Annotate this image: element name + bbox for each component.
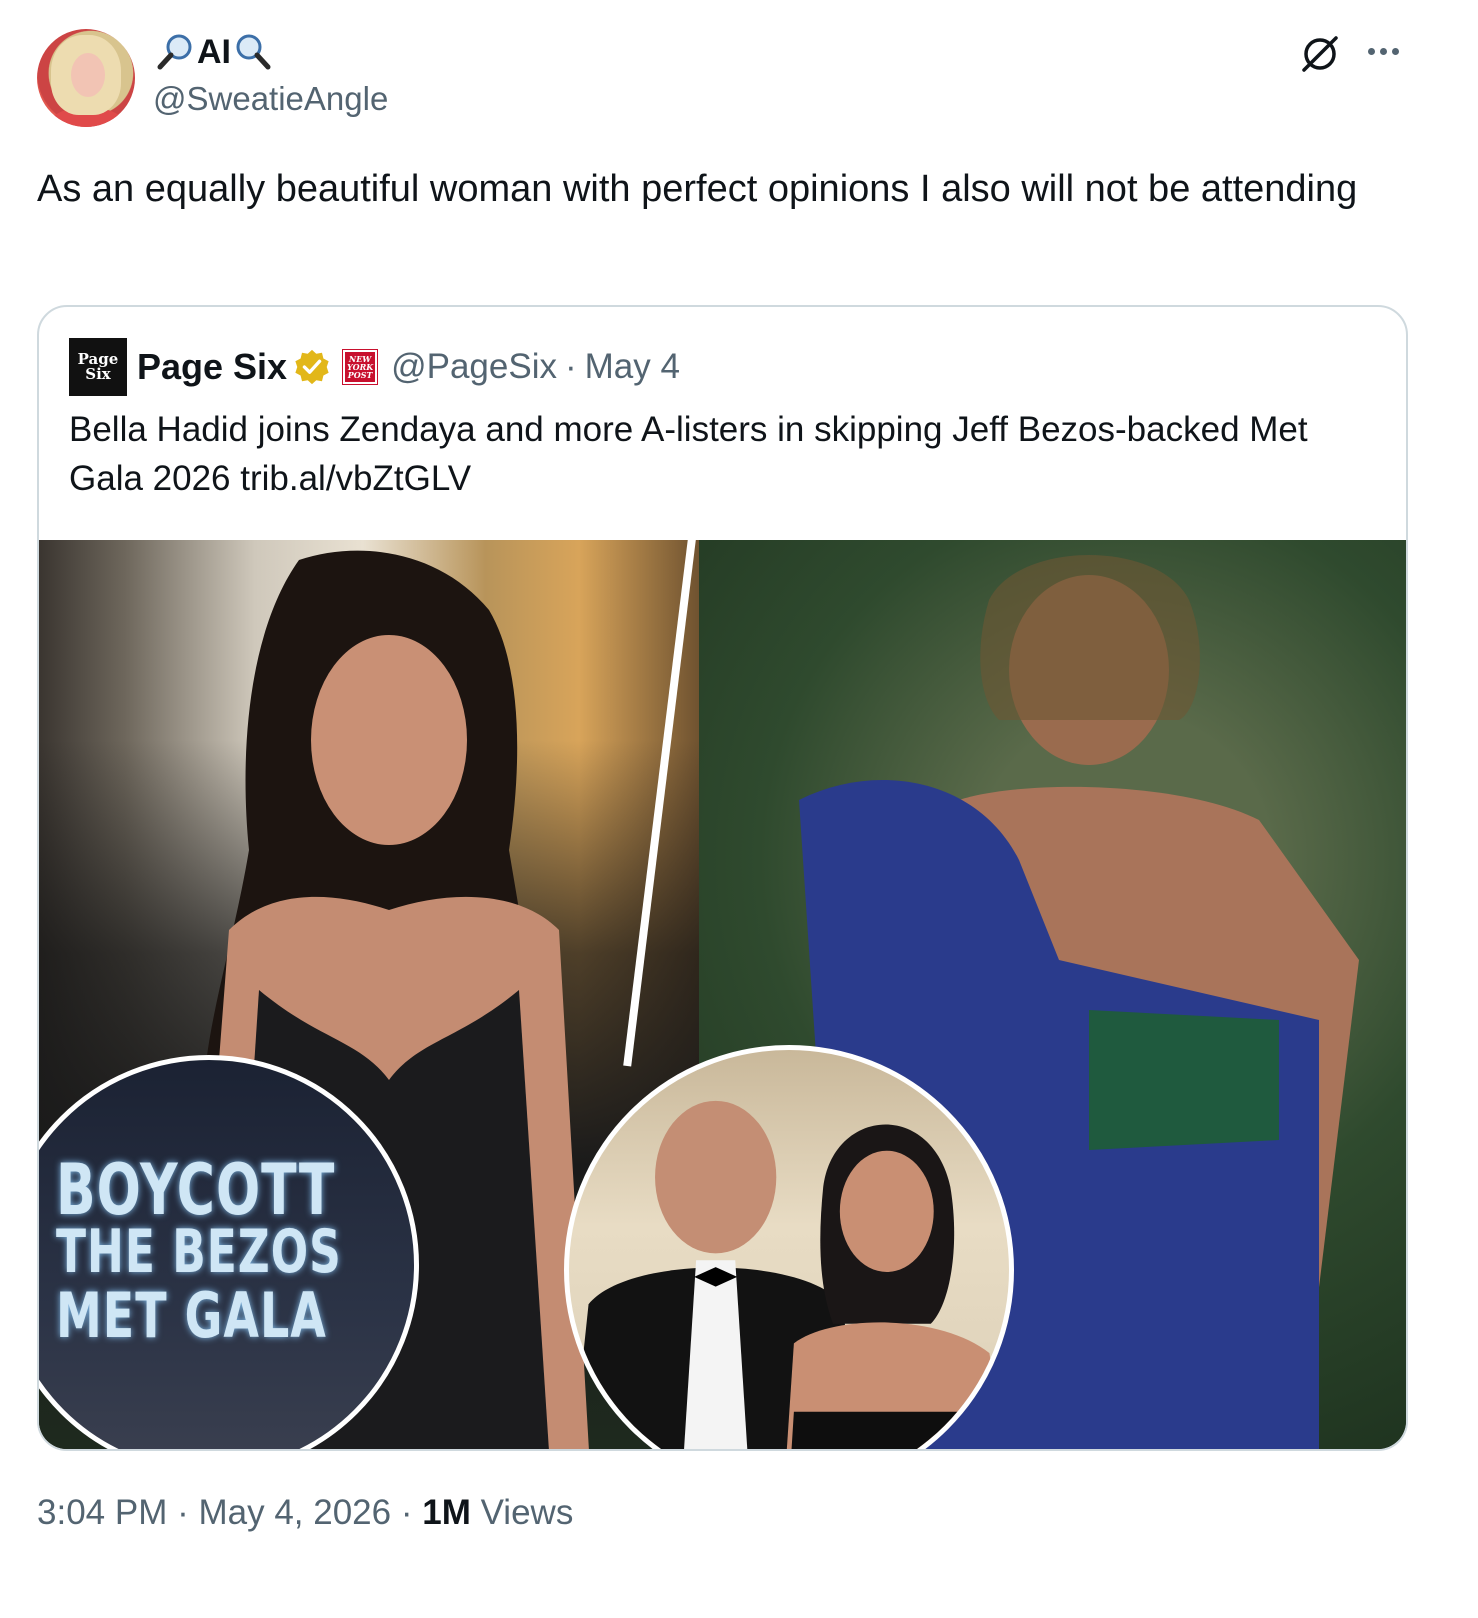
dot — [1392, 47, 1399, 55]
affiliate-text: POST — [347, 370, 373, 380]
tweet-timestamp: 3:04 PM · May 4, 2026 · 1M Views — [37, 1493, 573, 1533]
dot — [1368, 47, 1375, 55]
verified-badge-icon[interactable] — [293, 348, 331, 386]
couple-figure — [573, 1100, 1004, 1449]
quoted-tweet[interactable]: Page Six Page Six NEW YORK POST @PageSix… — [37, 305, 1408, 1451]
separator: · — [400, 1493, 413, 1532]
grok-icon[interactable] — [1298, 32, 1342, 76]
author-handle[interactable]: @SweatieAngle — [153, 80, 388, 118]
separator: · — [565, 347, 577, 386]
magnifier-icon — [155, 32, 195, 72]
tweet-date[interactable]: May 4, 2026 — [198, 1493, 391, 1532]
affiliate-badge[interactable]: NEW YORK POST — [342, 349, 379, 385]
quoted-tweet-header: Page Six Page Six NEW YORK POST @PageSix… — [69, 337, 680, 397]
quoted-tweet-media[interactable]: BOYCOTT THE BEZOS MET GALA — [39, 540, 1406, 1449]
tweet-time[interactable]: 3:04 PM — [37, 1493, 167, 1532]
views-label: Views — [480, 1493, 574, 1532]
boycott-projection: BOYCOTT THE BEZOS MET GALA — [56, 1150, 342, 1352]
tweet-text: As an equally beautiful woman with perfe… — [37, 168, 1358, 210]
magnifier-icon — [233, 32, 273, 72]
separator: · — [177, 1493, 189, 1532]
quoted-tweet-text: Bella Hadid joins Zendaya and more A-lis… — [69, 410, 1308, 498]
page-six-logo[interactable]: Page Six — [69, 338, 127, 396]
author-avatar[interactable] — [37, 29, 135, 127]
quoted-date[interactable]: May 4 — [585, 347, 680, 387]
boycott-line: MET GALA — [56, 1278, 327, 1352]
quoted-display-name[interactable]: Page Six — [137, 346, 287, 388]
display-name-text: AI — [197, 32, 231, 71]
views-count: 1M — [422, 1493, 471, 1532]
boycott-line: THE BEZOS — [56, 1218, 342, 1287]
avatar-face — [71, 53, 105, 97]
dot — [1380, 47, 1387, 55]
logo-text: Six — [85, 365, 111, 383]
quoted-handle[interactable]: @PageSix — [391, 347, 557, 387]
boycott-line: BOYCOTT — [56, 1150, 336, 1232]
more-icon[interactable] — [1368, 38, 1404, 64]
author-display-name[interactable]: AI — [155, 30, 273, 74]
